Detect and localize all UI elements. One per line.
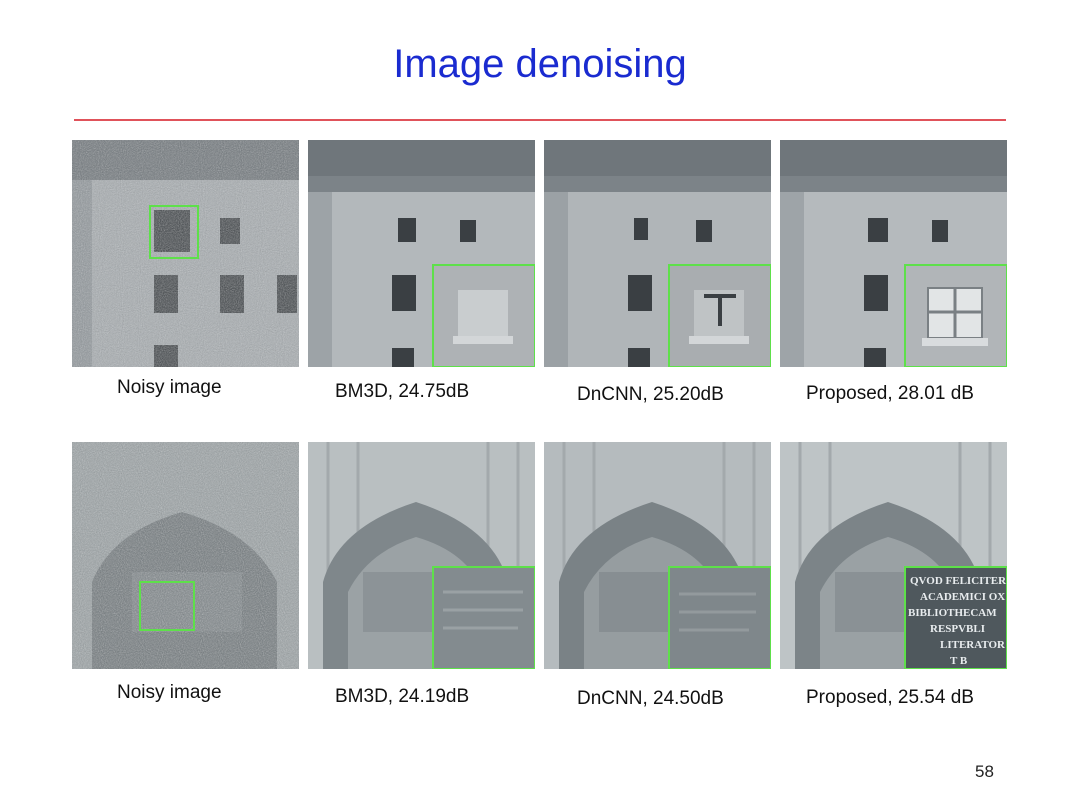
inscription-line-3: BIBLIOTHECAM (908, 607, 997, 619)
caption-dncnn-row1: DnCNN, 25.20dB (577, 384, 724, 405)
dncnn-arch-image (544, 442, 771, 669)
caption-bm3d-row2: BM3D, 24.19dB (335, 686, 470, 707)
caption-bm3d-row1: BM3D, 24.75dB (335, 381, 470, 402)
proposed-building-image (780, 140, 1007, 367)
title-divider (74, 119, 1006, 121)
caption-noisy-row2: Noisy image (117, 682, 222, 703)
proposed-arch-image: QVOD FELICITER ACADEMICI OX BIBLIOTHECAM… (780, 442, 1007, 669)
bm3d-building-image (308, 140, 535, 367)
inscription-line-2: ACADEMICI OX (920, 591, 1005, 603)
inscription-line-1: QVOD FELICITER (910, 575, 1007, 587)
inscription-line-4: RESPVBLI (930, 623, 985, 635)
bm3d-arch-image (308, 442, 535, 669)
inscription-line-6: T B (950, 655, 968, 667)
caption-noisy-row1: Noisy image (117, 377, 222, 398)
inscription-line-5: LITERATOR (940, 639, 1006, 651)
caption-proposed-row2: Proposed, 25.54 dB (806, 687, 974, 708)
caption-proposed-row1: Proposed, 28.01 dB (806, 383, 974, 404)
noisy-arch-image (72, 442, 299, 669)
caption-dncnn-row2: DnCNN, 24.50dB (577, 688, 724, 709)
dncnn-building-image (544, 140, 771, 367)
slide-title: Image denoising (393, 42, 687, 86)
page-number: 58 (975, 762, 994, 781)
noisy-building-image (72, 140, 299, 367)
